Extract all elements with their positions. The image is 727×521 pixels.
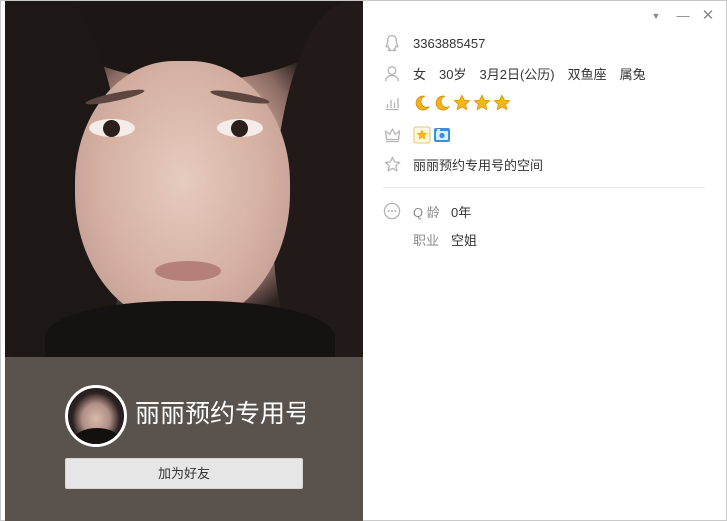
q-age-row: Q 龄 0年 — [381, 200, 471, 222]
level-icons[interactable] — [413, 94, 511, 112]
star-icon — [493, 94, 511, 111]
close-button[interactable]: ✕ — [701, 8, 715, 23]
profile-nickname: 丽丽预约专用号 — [135, 400, 305, 428]
star-badge-icon[interactable] — [413, 126, 431, 144]
space-row: 丽丽预约专用号的空间 — [381, 153, 543, 175]
penguin-icon — [381, 32, 403, 54]
crown-icon — [381, 124, 403, 146]
moon-icon — [435, 95, 451, 111]
camera-badge-icon[interactable] — [433, 126, 451, 144]
bar-chart-icon — [381, 92, 403, 114]
birthday: 3月2日(公历) — [479, 66, 555, 82]
chinese-zodiac: 属兔 — [619, 66, 646, 82]
gender: 女 — [413, 66, 427, 82]
profile-cover-photo — [5, 1, 363, 357]
moon-icon — [415, 95, 431, 111]
job-row: 职业 空姐 — [381, 228, 477, 250]
star-outline-icon — [381, 153, 403, 175]
q-age-label: Q 龄 — [413, 204, 440, 220]
person-icon — [381, 62, 403, 84]
minimize-button[interactable]: — — [676, 9, 690, 23]
dropdown-menu-icon[interactable]: ▼ — [649, 9, 663, 23]
badges-row — [381, 124, 451, 146]
basic-info-row: 女 30岁 3月2日(公历) 双鱼座 属兔 — [381, 62, 646, 84]
job-label: 职业 — [413, 232, 440, 248]
star-icon — [453, 94, 471, 111]
avatar[interactable] — [65, 385, 127, 447]
section-divider — [383, 187, 705, 188]
level-row — [381, 92, 511, 114]
q-age-value: 0年 — [451, 204, 472, 220]
more-circle-icon[interactable] — [381, 200, 403, 222]
space-link[interactable]: 丽丽预约专用号的空间 — [413, 155, 543, 174]
age: 30岁 — [439, 66, 467, 82]
add-friend-button[interactable]: 加为好友 — [65, 458, 303, 489]
profile-left-panel: 丽丽预约专用号 加为好友 — [5, 1, 363, 521]
qq-number: 3363885457 — [413, 35, 486, 51]
zodiac: 双鱼座 — [567, 66, 607, 82]
star-icon — [473, 94, 491, 111]
profile-window: 丽丽预约专用号 加为好友 ▼ — ✕ 3363885457 女 30岁 3月2日… — [0, 0, 727, 521]
job-value: 空姐 — [451, 232, 478, 248]
qq-number-row: 3363885457 — [381, 32, 485, 54]
